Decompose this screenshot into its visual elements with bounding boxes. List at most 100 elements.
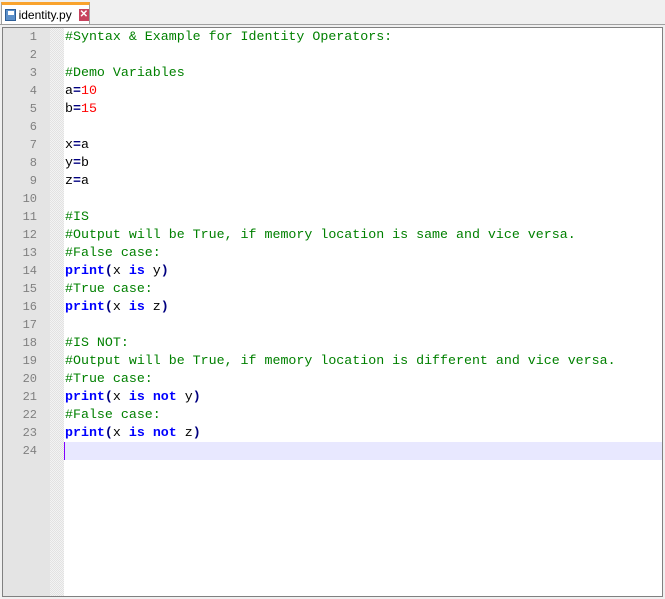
line-code[interactable]: #IS bbox=[65, 208, 89, 226]
code-editor[interactable]: 1 #Syntax & Example for Identity Operator… bbox=[2, 27, 663, 597]
line-code[interactable]: #False case: bbox=[65, 406, 161, 424]
line-code[interactable]: #Demo Variables bbox=[65, 64, 185, 82]
operator-token: = bbox=[72, 173, 81, 188]
operator-token: ) bbox=[160, 263, 169, 278]
operator-token: ( bbox=[104, 425, 113, 440]
identifier-token: a bbox=[80, 137, 89, 152]
operator-token: = bbox=[72, 101, 81, 116]
code-line[interactable]: 19 #Output will be True, if memory locati… bbox=[3, 352, 662, 370]
comment-token: #False case: bbox=[65, 245, 161, 260]
comment-token: #Output will be True, if memory location… bbox=[65, 227, 576, 242]
line-number: 13 bbox=[22, 246, 37, 260]
tab-title: identity.py bbox=[18, 7, 72, 22]
line-code[interactable] bbox=[64, 442, 662, 460]
code-line[interactable]: 18 #IS NOT: bbox=[3, 334, 662, 352]
code-line[interactable]: 21 print(x is not y) bbox=[3, 388, 662, 406]
identifier-token: x bbox=[112, 389, 129, 404]
operator-token: = bbox=[72, 137, 81, 152]
keyword-token: not bbox=[152, 425, 177, 440]
operator-token: = bbox=[72, 155, 81, 170]
identifier-token: x bbox=[112, 263, 129, 278]
identifier-token: y bbox=[176, 389, 193, 404]
code-line[interactable]: 20 #True case: bbox=[3, 370, 662, 388]
line-number: 15 bbox=[22, 282, 37, 296]
line-number: 11 bbox=[22, 210, 37, 224]
keyword-token: is bbox=[128, 389, 145, 404]
identifier-token: x bbox=[112, 299, 129, 314]
code-lines: 1 #Syntax & Example for Identity Operator… bbox=[3, 28, 662, 460]
comment-token: #IS bbox=[65, 209, 89, 224]
code-line[interactable]: 5 b=15 bbox=[3, 100, 662, 118]
tab-bar: identity.py ✕ bbox=[0, 0, 665, 25]
keyword-token: print bbox=[65, 263, 105, 278]
close-icon[interactable]: ✕ bbox=[78, 8, 89, 21]
code-line[interactable]: 12 #Output will be True, if memory locati… bbox=[3, 226, 662, 244]
code-line[interactable]: 7 x=a bbox=[3, 136, 662, 154]
identifier-token: y bbox=[65, 155, 73, 170]
code-line[interactable]: 14 print(x is y) bbox=[3, 262, 662, 280]
code-line[interactable]: 9 z=a bbox=[3, 172, 662, 190]
code-line[interactable]: 13 #False case: bbox=[3, 244, 662, 262]
line-number: 19 bbox=[22, 354, 37, 368]
line-number: 20 bbox=[22, 372, 37, 386]
code-line[interactable]: 1 #Syntax & Example for Identity Operator… bbox=[3, 28, 662, 46]
line-number: 12 bbox=[22, 228, 37, 242]
line-code[interactable]: #Syntax & Example for Identity Operators… bbox=[65, 28, 392, 46]
line-code[interactable]: z=a bbox=[65, 172, 89, 190]
keyword-token: print bbox=[65, 389, 105, 404]
line-code[interactable]: #IS NOT: bbox=[65, 334, 129, 352]
number-literal-token: 15 bbox=[80, 101, 97, 116]
operator-token: = bbox=[72, 83, 81, 98]
code-line[interactable]: 24 bbox=[3, 442, 662, 460]
line-code[interactable]: print(x is not y) bbox=[65, 388, 201, 406]
operator-token: ( bbox=[104, 299, 113, 314]
code-line[interactable]: 2 bbox=[3, 46, 662, 64]
code-line[interactable]: 15 #True case: bbox=[3, 280, 662, 298]
line-code[interactable]: #True case: bbox=[65, 280, 153, 298]
line-code[interactable]: b=15 bbox=[65, 100, 97, 118]
code-line[interactable]: 8 y=b bbox=[3, 154, 662, 172]
line-number: 5 bbox=[29, 102, 37, 116]
line-code[interactable]: #Output will be True, if memory location… bbox=[65, 226, 576, 244]
line-number: 21 bbox=[22, 390, 37, 404]
keyword-token: is bbox=[128, 299, 145, 314]
line-code[interactable]: #False case: bbox=[65, 244, 161, 262]
line-number: 17 bbox=[22, 318, 37, 332]
save-icon bbox=[5, 8, 16, 21]
code-line[interactable]: 3 #Demo Variables bbox=[3, 64, 662, 82]
code-line[interactable]: 4 a=10 bbox=[3, 82, 662, 100]
code-line[interactable]: 17 bbox=[3, 316, 662, 334]
code-line[interactable]: 16 print(x is z) bbox=[3, 298, 662, 316]
line-code[interactable]: print(x is y) bbox=[65, 262, 169, 280]
line-number: 18 bbox=[22, 336, 37, 350]
line-code[interactable]: print(x is z) bbox=[65, 298, 169, 316]
code-line[interactable]: 23 print(x is not z) bbox=[3, 424, 662, 442]
line-code[interactable]: #True case: bbox=[65, 370, 153, 388]
identifier-token: b bbox=[65, 101, 73, 116]
identifier-token: b bbox=[80, 155, 89, 170]
identifier-token: z bbox=[65, 173, 73, 188]
code-line[interactable]: 22 #False case: bbox=[3, 406, 662, 424]
line-code[interactable]: x=a bbox=[65, 136, 89, 154]
identifier-token: a bbox=[80, 173, 89, 188]
operator-token: ) bbox=[192, 389, 201, 404]
line-code[interactable]: a=10 bbox=[65, 82, 97, 100]
identifier-token: x bbox=[112, 425, 129, 440]
line-code[interactable]: y=b bbox=[65, 154, 89, 172]
code-line[interactable]: 10 bbox=[3, 190, 662, 208]
tab-identity-py[interactable]: identity.py ✕ bbox=[1, 2, 90, 24]
line-code[interactable]: #Output will be True, if memory location… bbox=[65, 352, 616, 370]
operator-token: ( bbox=[104, 263, 113, 278]
line-number: 4 bbox=[29, 84, 37, 98]
line-number: 22 bbox=[22, 408, 37, 422]
keyword-token: is bbox=[128, 425, 145, 440]
comment-token: #False case: bbox=[65, 407, 161, 422]
line-code[interactable]: print(x is not z) bbox=[65, 424, 201, 442]
code-line[interactable]: 11 #IS bbox=[3, 208, 662, 226]
code-line[interactable]: 6 bbox=[3, 118, 662, 136]
comment-token: #Demo Variables bbox=[65, 65, 185, 80]
line-number: 3 bbox=[29, 66, 37, 80]
line-number: 24 bbox=[22, 444, 37, 458]
comment-token: #True case: bbox=[65, 281, 153, 296]
line-number: 6 bbox=[29, 120, 37, 134]
